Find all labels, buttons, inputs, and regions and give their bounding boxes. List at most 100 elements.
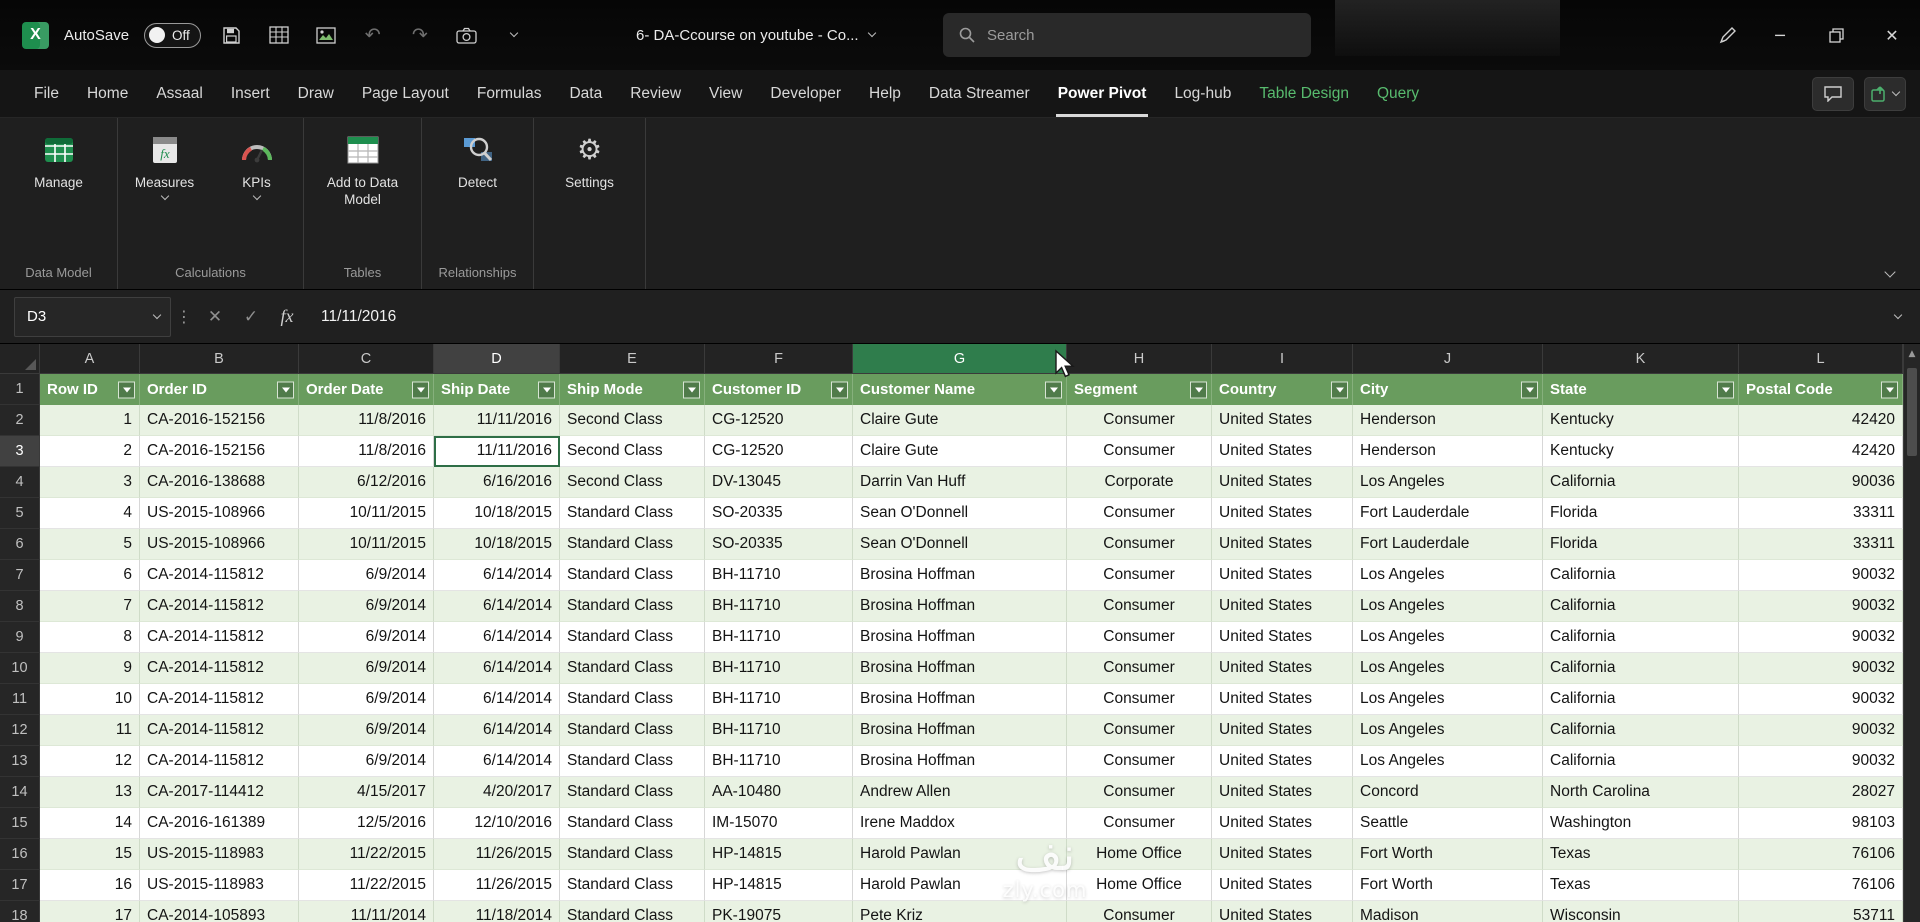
- column-header-E[interactable]: E: [560, 344, 705, 374]
- cell-E6[interactable]: Standard Class: [560, 529, 705, 560]
- customize-qat-button[interactable]: [498, 19, 530, 51]
- cell-G10[interactable]: Brosina Hoffman: [853, 653, 1067, 684]
- cell-J4[interactable]: Los Angeles: [1353, 467, 1543, 498]
- cell-C9[interactable]: 6/9/2014: [299, 622, 434, 653]
- cell-I15[interactable]: United States: [1212, 808, 1353, 839]
- cell-B7[interactable]: CA-2014-115812: [140, 560, 299, 591]
- cell-G6[interactable]: Sean O'Donnell: [853, 529, 1067, 560]
- cell-K11[interactable]: California: [1543, 684, 1739, 715]
- cell-E2[interactable]: Second Class: [560, 405, 705, 436]
- cell-K13[interactable]: California: [1543, 746, 1739, 777]
- cell-B4[interactable]: CA-2016-138688: [140, 467, 299, 498]
- filter-button[interactable]: [683, 381, 700, 398]
- filter-button[interactable]: [1717, 381, 1734, 398]
- cell-A4[interactable]: 3: [40, 467, 140, 498]
- filter-button[interactable]: [831, 381, 848, 398]
- cell-L13[interactable]: 90032: [1739, 746, 1903, 777]
- cell-H9[interactable]: Consumer: [1067, 622, 1212, 653]
- vertical-scrollbar[interactable]: ▲: [1903, 344, 1920, 922]
- cell-B12[interactable]: CA-2014-115812: [140, 715, 299, 746]
- cell-J3[interactable]: Henderson: [1353, 436, 1543, 467]
- row-header-8[interactable]: 8: [0, 591, 40, 622]
- cell-L12[interactable]: 90032: [1739, 715, 1903, 746]
- cell-G12[interactable]: Brosina Hoffman: [853, 715, 1067, 746]
- cell-G5[interactable]: Sean O'Donnell: [853, 498, 1067, 529]
- spreadsheet-view-button[interactable]: [263, 19, 295, 51]
- cell-D16[interactable]: 11/26/2015: [434, 839, 560, 870]
- column-header-K[interactable]: K: [1543, 344, 1739, 374]
- cell-A9[interactable]: 8: [40, 622, 140, 653]
- cell-B11[interactable]: CA-2014-115812: [140, 684, 299, 715]
- cell-C10[interactable]: 6/9/2014: [299, 653, 434, 684]
- cell-J5[interactable]: Fort Lauderdale: [1353, 498, 1543, 529]
- camera-button[interactable]: [451, 19, 483, 51]
- row-header-16[interactable]: 16: [0, 839, 40, 870]
- cell-K8[interactable]: California: [1543, 591, 1739, 622]
- cell-F16[interactable]: HP-14815: [705, 839, 853, 870]
- cell-A12[interactable]: 11: [40, 715, 140, 746]
- cell-E9[interactable]: Standard Class: [560, 622, 705, 653]
- cell-D15[interactable]: 12/10/2016: [434, 808, 560, 839]
- cell-A8[interactable]: 7: [40, 591, 140, 622]
- tab-data[interactable]: Data: [555, 70, 616, 117]
- tab-review[interactable]: Review: [616, 70, 695, 117]
- cell-I14[interactable]: United States: [1212, 777, 1353, 808]
- table-header-cell[interactable]: Order ID: [140, 374, 299, 405]
- tab-view[interactable]: View: [695, 70, 756, 117]
- cell-A11[interactable]: 10: [40, 684, 140, 715]
- cell-G9[interactable]: Brosina Hoffman: [853, 622, 1067, 653]
- row-header-2[interactable]: 2: [0, 405, 40, 436]
- row-header-3[interactable]: 3: [0, 436, 40, 467]
- cell-L18[interactable]: 53711: [1739, 901, 1903, 922]
- cell-C13[interactable]: 6/9/2014: [299, 746, 434, 777]
- filter-button[interactable]: [277, 381, 294, 398]
- cell-E10[interactable]: Standard Class: [560, 653, 705, 684]
- cell-F9[interactable]: BH-11710: [705, 622, 853, 653]
- table-header-cell[interactable]: Ship Date: [434, 374, 560, 405]
- cell-G3[interactable]: Claire Gute: [853, 436, 1067, 467]
- table-header-cell[interactable]: State: [1543, 374, 1739, 405]
- table-header-cell[interactable]: Country: [1212, 374, 1353, 405]
- row-header-14[interactable]: 14: [0, 777, 40, 808]
- row-header-13[interactable]: 13: [0, 746, 40, 777]
- cell-E7[interactable]: Standard Class: [560, 560, 705, 591]
- cell-L4[interactable]: 90036: [1739, 467, 1903, 498]
- close-button[interactable]: ✕: [1864, 0, 1920, 70]
- cell-C7[interactable]: 6/9/2014: [299, 560, 434, 591]
- cell-C18[interactable]: 11/11/2014: [299, 901, 434, 922]
- select-all-corner[interactable]: [0, 344, 40, 374]
- column-header-H[interactable]: H: [1067, 344, 1212, 374]
- row-header-4[interactable]: 4: [0, 467, 40, 498]
- cell-H7[interactable]: Consumer: [1067, 560, 1212, 591]
- tab-help[interactable]: Help: [855, 70, 915, 117]
- cell-F2[interactable]: CG-12520: [705, 405, 853, 436]
- row-header-11[interactable]: 11: [0, 684, 40, 715]
- cell-C3[interactable]: 11/8/2016: [299, 436, 434, 467]
- cell-I5[interactable]: United States: [1212, 498, 1353, 529]
- cell-C17[interactable]: 11/22/2015: [299, 870, 434, 901]
- table-header-cell[interactable]: Segment: [1067, 374, 1212, 405]
- cell-E8[interactable]: Standard Class: [560, 591, 705, 622]
- cell-A7[interactable]: 6: [40, 560, 140, 591]
- cell-E15[interactable]: Standard Class: [560, 808, 705, 839]
- cell-L14[interactable]: 28027: [1739, 777, 1903, 808]
- cell-I16[interactable]: United States: [1212, 839, 1353, 870]
- cell-H2[interactable]: Consumer: [1067, 405, 1212, 436]
- tab-data-streamer[interactable]: Data Streamer: [915, 70, 1044, 117]
- cell-K17[interactable]: Texas: [1543, 870, 1739, 901]
- cell-G17[interactable]: Harold Pawlan: [853, 870, 1067, 901]
- cell-E3[interactable]: Second Class: [560, 436, 705, 467]
- cell-I9[interactable]: United States: [1212, 622, 1353, 653]
- cell-J11[interactable]: Los Angeles: [1353, 684, 1543, 715]
- minimize-button[interactable]: ─: [1752, 0, 1808, 70]
- settings-button[interactable]: ⚙ Settings: [546, 126, 634, 191]
- row-header-1[interactable]: 1: [0, 374, 40, 405]
- cell-L11[interactable]: 90032: [1739, 684, 1903, 715]
- cell-C6[interactable]: 10/11/2015: [299, 529, 434, 560]
- cell-D4[interactable]: 6/16/2016: [434, 467, 560, 498]
- cell-E14[interactable]: Standard Class: [560, 777, 705, 808]
- save-button[interactable]: [216, 19, 248, 51]
- cell-G15[interactable]: Irene Maddox: [853, 808, 1067, 839]
- column-header-C[interactable]: C: [299, 344, 434, 374]
- cell-H16[interactable]: Home Office: [1067, 839, 1212, 870]
